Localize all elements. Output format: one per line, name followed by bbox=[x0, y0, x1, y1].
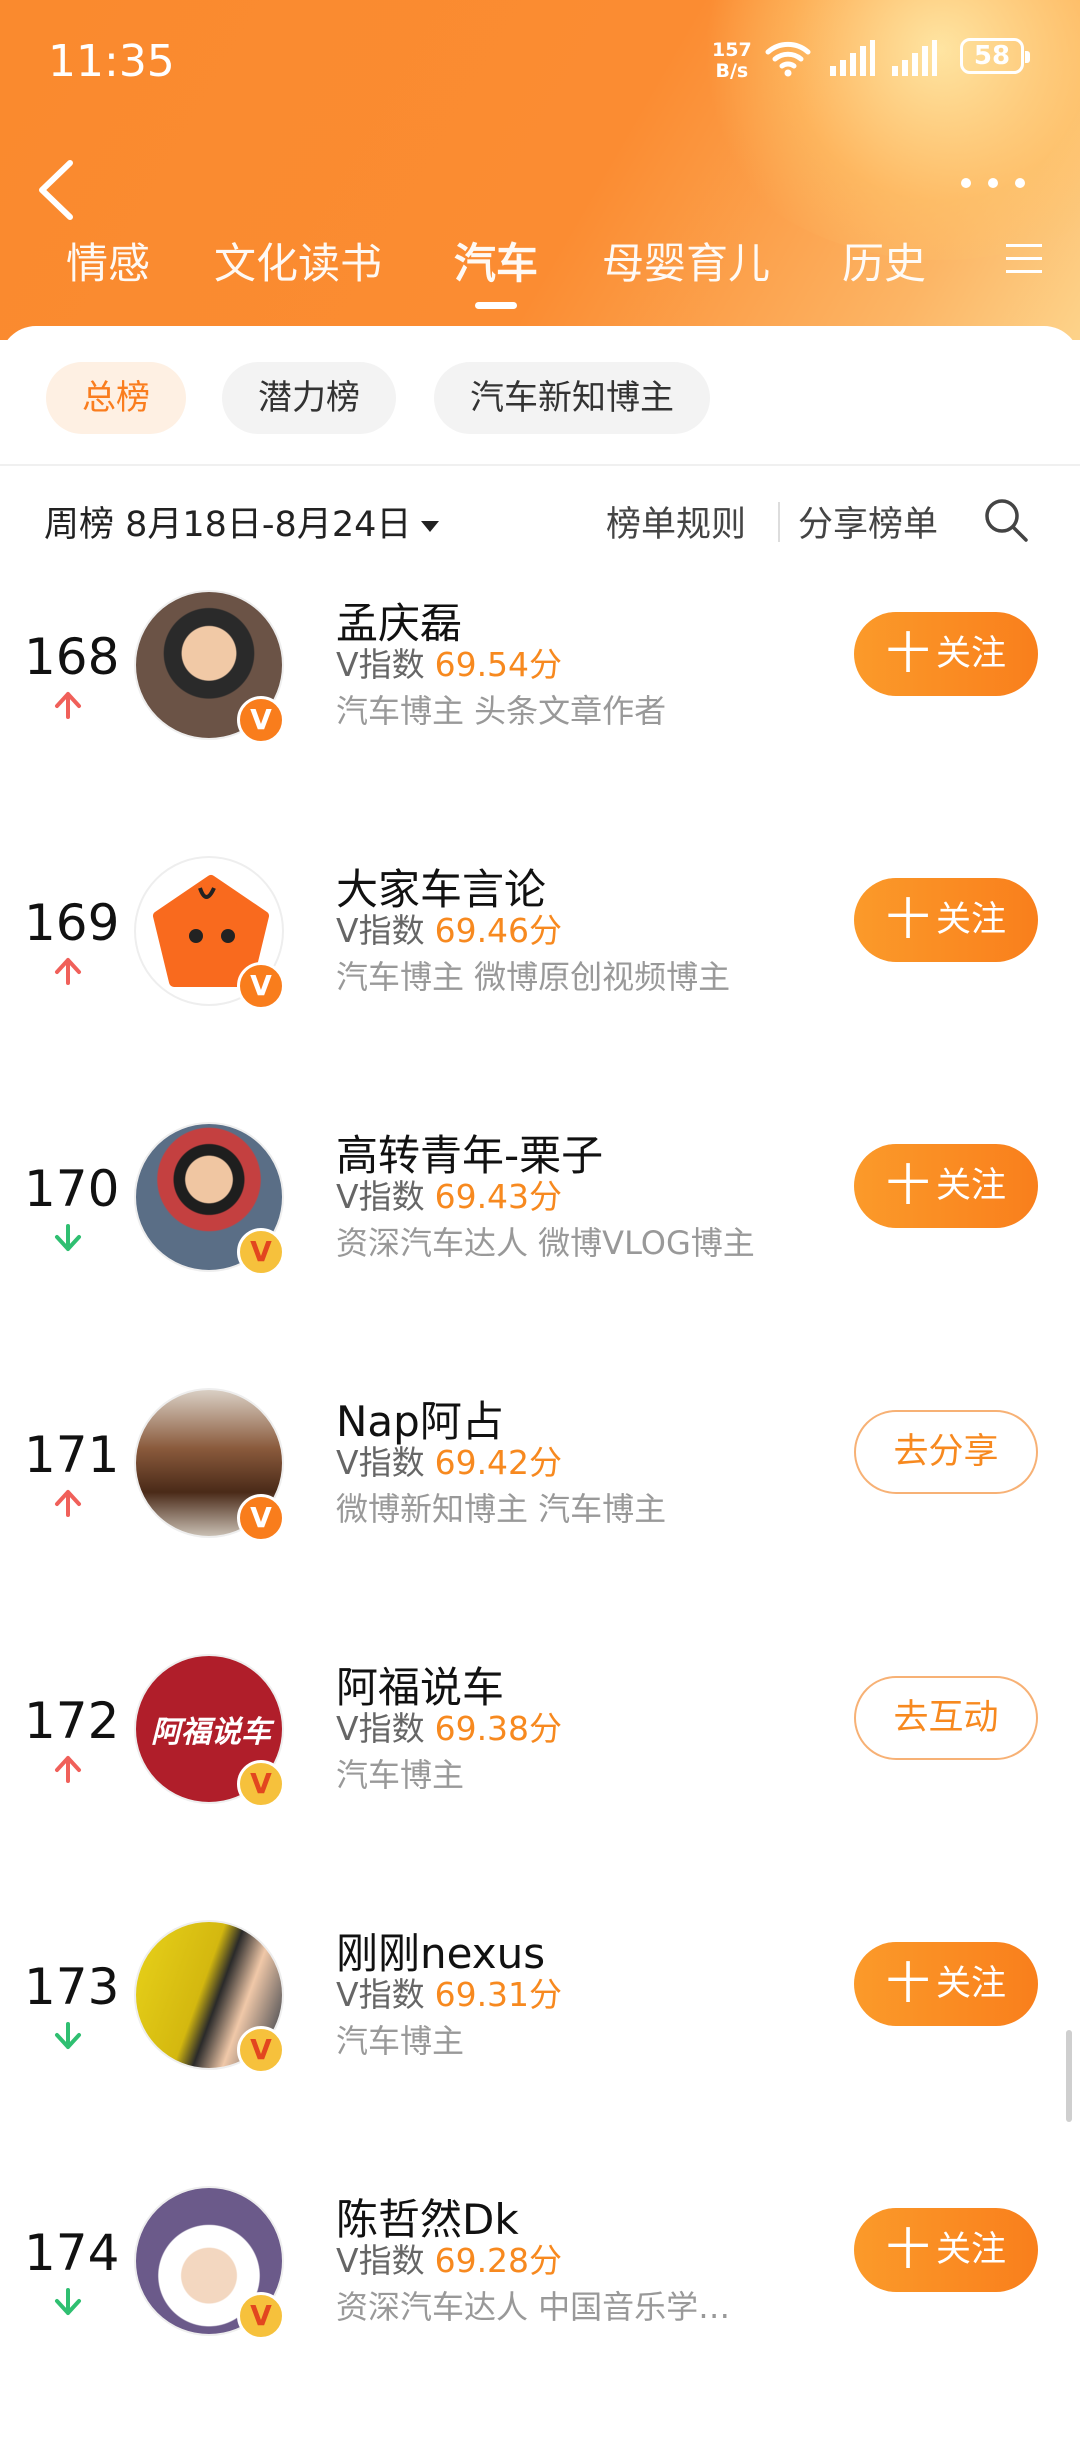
verified-badge: V bbox=[237, 1494, 285, 1542]
pill-car-new-knowledge[interactable]: 汽车新知博主 bbox=[434, 362, 710, 434]
divider bbox=[0, 464, 1080, 466]
verified-badge: V bbox=[237, 1228, 285, 1276]
blogger-tags: 微博新知博主 汽车博主 bbox=[336, 1490, 667, 1528]
trend-down-icon bbox=[55, 2288, 81, 2315]
rank-number: 168 bbox=[24, 628, 120, 686]
pill-overall[interactable]: 总榜 bbox=[46, 362, 186, 434]
tab-emotion[interactable]: 情感 bbox=[66, 230, 150, 291]
blogger-tags: 资深汽车达人 微博VLOG博主 bbox=[336, 1224, 755, 1262]
ranking-rules-link[interactable]: 榜单规则 bbox=[606, 496, 746, 547]
active-tab-indicator bbox=[475, 302, 517, 309]
blogger-tags: 汽车博主 头条文章作者 bbox=[336, 692, 667, 730]
status-time: 11:35 bbox=[48, 36, 175, 87]
cell-signal-icon bbox=[830, 40, 875, 76]
trend-down-icon bbox=[55, 2022, 81, 2049]
header: 11:35 157 B/s 58 情感 文化读书 汽车 母婴育儿 历史 bbox=[0, 0, 1080, 340]
verified-badge: V bbox=[237, 1760, 285, 1808]
trend-down-icon bbox=[55, 1224, 81, 1251]
verified-badge: V bbox=[237, 962, 285, 1010]
follow-button[interactable]: 十关注 bbox=[854, 878, 1038, 962]
tab-history[interactable]: 历史 bbox=[842, 230, 926, 291]
list-item[interactable]: 168 V 孟庆磊 V指数 69.54分 汽车博主 头条文章作者 十关注 bbox=[0, 590, 1080, 856]
interact-button[interactable]: 去互动 bbox=[854, 1676, 1038, 1760]
list-item[interactable]: 169 V 大家车言论 V指数 69.46分 汽车博主 微博原创视频博主 十关注 bbox=[0, 856, 1080, 1122]
v-index: V指数 69.46分 bbox=[336, 911, 563, 950]
blogger-tags: 汽车博主 bbox=[336, 2022, 465, 2060]
wifi-icon bbox=[765, 41, 811, 77]
follow-button[interactable]: 十关注 bbox=[854, 1144, 1038, 1228]
tab-culture-reading[interactable]: 文化读书 bbox=[214, 230, 382, 291]
verified-badge: V bbox=[237, 2026, 285, 2074]
rank-number: 170 bbox=[24, 1160, 120, 1218]
v-index: V指数 69.42分 bbox=[336, 1443, 563, 1482]
menu-icon[interactable] bbox=[1004, 238, 1044, 278]
blogger-tags: 汽车博主 微博原创视频博主 bbox=[336, 958, 731, 996]
blogger-tags: 资深汽车达人 中国音乐学… bbox=[336, 2288, 731, 2326]
list-item[interactable]: 174 V 陈哲然Dk V指数 69.28分 资深汽车达人 中国音乐学… 十关注 bbox=[0, 2186, 1080, 2440]
list-item[interactable]: 170 V 高转青年-栗子 V指数 69.43分 资深汽车达人 微博VLOG博主 … bbox=[0, 1122, 1080, 1388]
rank-number: 171 bbox=[24, 1426, 120, 1484]
tab-maternity[interactable]: 母婴育儿 bbox=[602, 230, 770, 291]
rank-number: 173 bbox=[24, 1958, 120, 2016]
list-item[interactable]: 172 阿福说车 V 阿福说车 V指数 69.38分 汽车博主 去互动 bbox=[0, 1654, 1080, 1920]
period-selector[interactable]: 周榜 8月18日-8月24日 bbox=[44, 496, 440, 547]
status-bar: 11:35 157 B/s 58 bbox=[0, 0, 1080, 120]
battery-indicator: 58 bbox=[960, 38, 1030, 74]
follow-button[interactable]: 十关注 bbox=[854, 1942, 1038, 2026]
trend-up-icon bbox=[55, 1756, 81, 1783]
v-index: V指数 69.28分 bbox=[336, 2241, 563, 2280]
share-ranking-link[interactable]: 分享榜单 bbox=[798, 496, 938, 547]
list-item[interactable]: 173 V 刚刚nexus V指数 69.31分 汽车博主 十关注 bbox=[0, 1920, 1080, 2186]
category-tabs: 情感 文化读书 汽车 母婴育儿 历史 bbox=[0, 230, 1080, 310]
list-item[interactable]: 171 V Nap阿占 V指数 69.42分 微博新知博主 汽车博主 去分享 bbox=[0, 1388, 1080, 1654]
rank-number: 174 bbox=[24, 2224, 120, 2282]
v-index: V指数 69.54分 bbox=[336, 645, 563, 684]
follow-button[interactable]: 十关注 bbox=[854, 612, 1038, 696]
trend-up-icon bbox=[55, 1490, 81, 1517]
blogger-tags: 汽车博主 bbox=[336, 1756, 465, 1794]
more-dots-icon[interactable] bbox=[958, 168, 1028, 198]
v-index: V指数 69.38分 bbox=[336, 1709, 563, 1748]
search-icon[interactable] bbox=[982, 496, 1030, 544]
trend-up-icon bbox=[55, 958, 81, 985]
rank-number: 169 bbox=[24, 894, 120, 952]
svg-text:阿福说车: 阿福说车 bbox=[151, 1716, 275, 1749]
trend-up-icon bbox=[55, 692, 81, 719]
net-speed: 157 B/s bbox=[712, 39, 752, 82]
v-index: V指数 69.31分 bbox=[336, 1975, 563, 2014]
follow-button[interactable]: 十关注 bbox=[854, 2208, 1038, 2292]
separator bbox=[778, 502, 780, 542]
scrollbar[interactable] bbox=[1066, 2030, 1072, 2122]
back-arrow-icon[interactable] bbox=[34, 155, 84, 225]
filter-bar: 周榜 8月18日-8月24日 榜单规则 分享榜单 bbox=[0, 496, 1080, 566]
tab-car[interactable]: 汽车 bbox=[454, 230, 538, 291]
verified-badge: V bbox=[237, 696, 285, 744]
rank-number: 172 bbox=[24, 1692, 120, 1750]
verified-badge: V bbox=[237, 2292, 285, 2340]
cell-signal-2-icon bbox=[892, 40, 937, 76]
share-button[interactable]: 去分享 bbox=[854, 1410, 1038, 1494]
caret-down-icon bbox=[421, 520, 440, 532]
pill-potential[interactable]: 潜力榜 bbox=[222, 362, 396, 434]
v-index: V指数 69.43分 bbox=[336, 1177, 563, 1216]
